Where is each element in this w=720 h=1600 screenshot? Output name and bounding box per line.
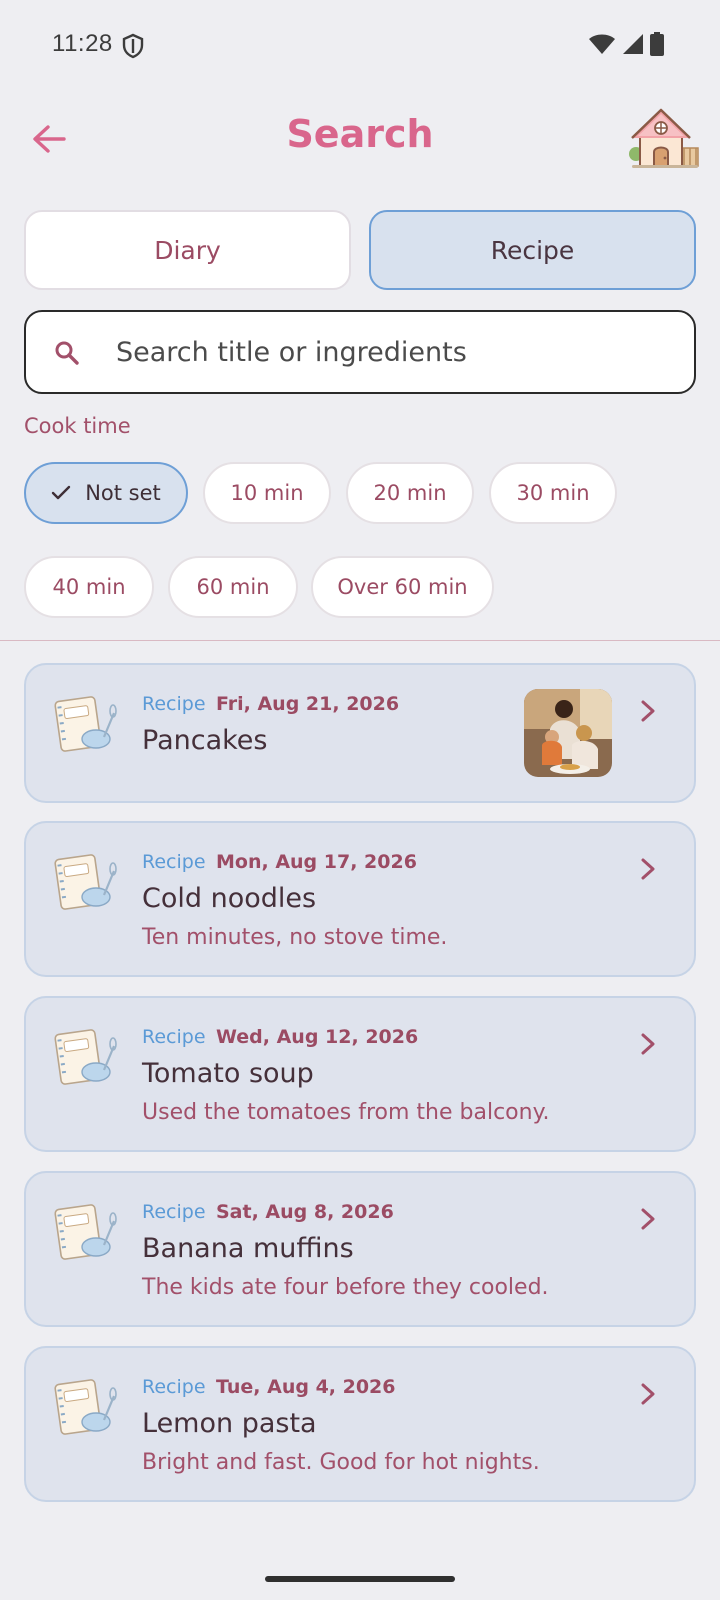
card-type: Recipe bbox=[142, 851, 206, 873]
card-type: Recipe bbox=[142, 1026, 206, 1048]
card-date: Fri, Aug 21, 2026 bbox=[216, 693, 400, 715]
divider bbox=[0, 640, 720, 641]
search-type-tabs: Diary Recipe bbox=[24, 210, 696, 290]
chip-over-60-min[interactable]: Over 60 min bbox=[311, 556, 494, 618]
result-card[interactable]: Recipe Mon, Aug 17, 2026 Cold noodles Te… bbox=[24, 821, 696, 977]
battery-icon bbox=[650, 32, 664, 56]
chip-60-min[interactable]: 60 min bbox=[168, 556, 298, 618]
chevron-right-icon bbox=[641, 1383, 655, 1405]
status-time: 11:28 bbox=[52, 30, 113, 57]
recipe-book-icon bbox=[54, 696, 117, 752]
house-icon bbox=[629, 108, 699, 168]
chevron-right-icon bbox=[641, 700, 655, 722]
status-icons bbox=[588, 32, 664, 56]
card-title: Pancakes bbox=[142, 725, 268, 756]
page-title: Search bbox=[286, 112, 434, 156]
card-description: Bright and fast. Good for hot nights. bbox=[142, 1450, 540, 1475]
card-date: Wed, Aug 12, 2026 bbox=[216, 1026, 419, 1048]
recipe-book-icon bbox=[54, 854, 117, 910]
card-title: Banana muffins bbox=[142, 1233, 354, 1264]
result-card[interactable]: Recipe Wed, Aug 12, 2026 Tomato soup Use… bbox=[24, 996, 696, 1152]
chip-10-min[interactable]: 10 min bbox=[203, 462, 331, 524]
chip-30-min[interactable]: 30 min bbox=[489, 462, 617, 524]
app-header: Search bbox=[0, 92, 720, 192]
card-title: Tomato soup bbox=[142, 1058, 314, 1089]
chevron-right-icon bbox=[641, 1033, 655, 1055]
search-input[interactable] bbox=[116, 312, 676, 392]
chip-not-set[interactable]: Not set bbox=[24, 462, 188, 524]
recipe-photo bbox=[524, 689, 612, 777]
result-card[interactable]: Recipe Sat, Aug 8, 2026 Banana muffins T… bbox=[24, 1171, 696, 1327]
card-date: Tue, Aug 4, 2026 bbox=[216, 1376, 396, 1398]
card-date: Sat, Aug 8, 2026 bbox=[216, 1201, 394, 1223]
card-date: Mon, Aug 17, 2026 bbox=[216, 851, 417, 873]
recipe-book-icon bbox=[54, 1379, 117, 1435]
tab-diary[interactable]: Diary bbox=[24, 210, 351, 290]
card-description: Ten minutes, no stove time. bbox=[142, 925, 448, 950]
check-icon bbox=[51, 485, 71, 501]
cook-time-label: Cook time bbox=[24, 414, 131, 438]
recipe-book-icon bbox=[54, 1204, 117, 1260]
shield-icon bbox=[122, 33, 144, 59]
chevron-right-icon bbox=[641, 1208, 655, 1230]
card-title: Lemon pasta bbox=[142, 1408, 317, 1439]
card-title: Cold noodles bbox=[142, 883, 317, 914]
chip-20-min[interactable]: 20 min bbox=[346, 462, 474, 524]
chip-label: Not set bbox=[85, 481, 161, 505]
card-description: Used the tomatoes from the balcony. bbox=[142, 1100, 550, 1125]
card-type: Recipe bbox=[142, 1201, 206, 1223]
cellular-signal-icon bbox=[623, 34, 643, 54]
card-description: The kids ate four before they cooled. bbox=[142, 1275, 549, 1300]
home-button[interactable] bbox=[628, 102, 700, 174]
search-icon bbox=[55, 341, 79, 365]
result-card[interactable]: Recipe Tue, Aug 4, 2026 Lemon pasta Brig… bbox=[24, 1346, 696, 1502]
status-bar: 11:28 bbox=[0, 0, 720, 92]
card-type: Recipe bbox=[142, 693, 206, 715]
search-box bbox=[24, 310, 696, 394]
chevron-right-icon bbox=[641, 858, 655, 880]
home-indicator[interactable] bbox=[265, 1576, 455, 1582]
chip-40-min[interactable]: 40 min bbox=[24, 556, 154, 618]
tab-recipe[interactable]: Recipe bbox=[369, 210, 696, 290]
recipe-book-icon bbox=[54, 1029, 117, 1085]
card-type: Recipe bbox=[142, 1376, 206, 1398]
result-card[interactable]: Recipe Fri, Aug 21, 2026 Pancakes bbox=[24, 663, 696, 803]
wifi-icon bbox=[589, 34, 615, 54]
